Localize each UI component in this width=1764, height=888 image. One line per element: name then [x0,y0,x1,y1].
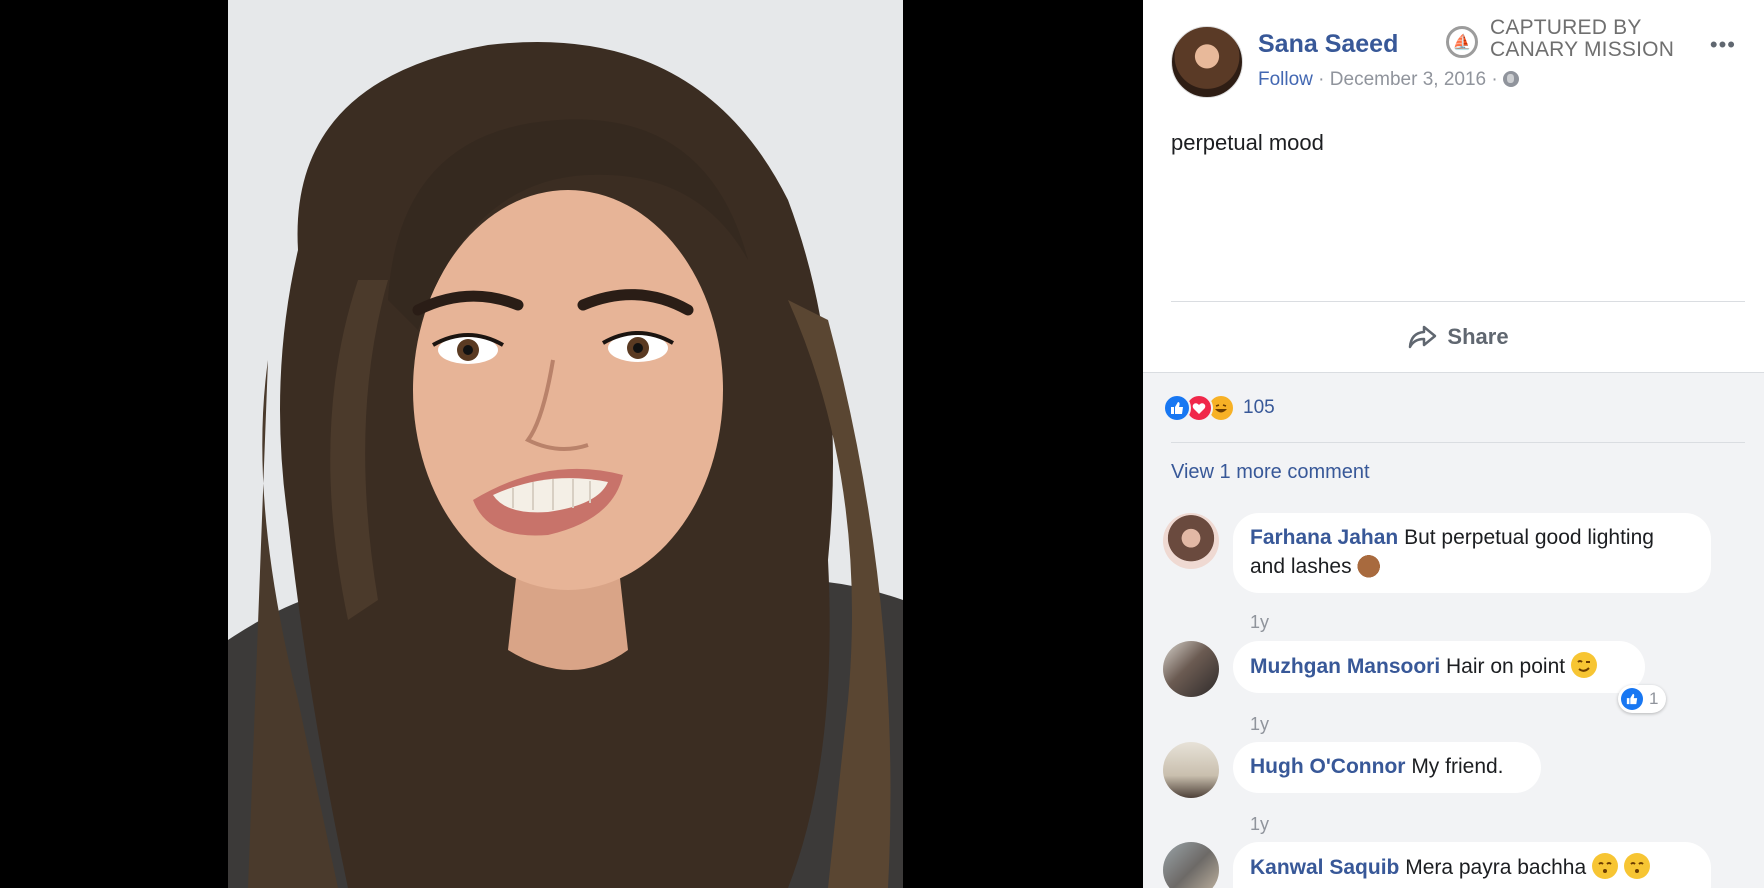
author-name[interactable]: Sana Saeed [1258,30,1398,59]
commenter-avatar[interactable] [1163,842,1219,888]
comment-bubble: Farhana Jahan But perpetual good lightin… [1233,513,1711,593]
reaction-count[interactable]: 105 [1243,397,1275,419]
meta-separator: · [1312,69,1330,90]
commenter-avatar[interactable] [1163,513,1219,569]
comment-time[interactable]: 1y [1250,714,1269,735]
comment-text: Hair on point [1446,655,1566,678]
commenter-name[interactable]: Kanwal Saquib [1250,856,1399,879]
comment-bubble: Hugh O'Connor My friend. [1233,742,1541,793]
commenter-avatar[interactable] [1163,641,1219,697]
wink-icon [1570,652,1597,678]
canary-mission-watermark: CAPTURED BY CANARY MISSION [1490,17,1690,61]
photo-viewer [0,0,1143,888]
globe-icon[interactable] [1503,71,1520,87]
comment-bubble: Muzhgan Mansoori Hair on point [1233,641,1645,693]
kiss-icon [1592,853,1618,879]
commenter-name[interactable]: Farhana Jahan [1250,526,1398,549]
commenter-name[interactable]: Muzhgan Mansoori [1250,655,1440,678]
follow-link[interactable]: Follow [1258,69,1313,90]
feedback-section: 105 View 1 more comment Farhana Jahan Bu… [1143,372,1764,888]
comment-like-count: 1 [1649,689,1659,708]
watermark-line1: CAPTURED BY [1490,16,1642,39]
canary-mission-logo-icon: ⛵ [1446,26,1478,58]
share-label: Share [1447,324,1509,349]
share-arrow-icon [1409,325,1437,349]
post-date[interactable]: December 3, 2016 [1330,69,1486,90]
post-panel: Sana Saeed ⛵ CAPTURED BY CANARY MISSION … [1143,0,1764,888]
comment-bubble: Kanwal Saquib Mera payra bachha [1233,842,1711,888]
comment-time[interactable]: 1y [1250,612,1269,633]
ok-hand-icon [1357,552,1384,578]
more-options-button[interactable]: ••• [1710,32,1736,58]
share-button[interactable]: Share [1171,302,1745,372]
commenter-name[interactable]: Hugh O'Connor [1250,755,1405,778]
watermark-line2: CANARY MISSION [1490,38,1675,61]
post-photo[interactable] [228,0,903,888]
reactions-summary[interactable]: 105 [1163,393,1275,423]
post-meta: Follow · December 3, 2016 · [1258,69,1520,91]
view-more-comments-link[interactable]: View 1 more comment [1171,461,1370,484]
like-icon [1621,688,1643,710]
divider [1171,442,1745,443]
commenter-avatar[interactable] [1163,742,1219,798]
comment-time[interactable]: 1y [1250,814,1269,835]
like-icon [1163,394,1191,422]
meta-separator-2: · [1486,69,1504,90]
post-header: Sana Saeed ⛵ CAPTURED BY CANARY MISSION … [1171,17,1736,98]
comment-text: My friend. [1411,755,1504,778]
comment-like-badge[interactable]: 1 [1618,685,1667,713]
comment-text: Mera payra bachha [1405,856,1587,879]
kiss-icon [1623,853,1650,879]
selfie-photo [228,0,903,888]
post-text: perpetual mood [1171,130,1324,155]
author-avatar[interactable] [1171,26,1243,98]
